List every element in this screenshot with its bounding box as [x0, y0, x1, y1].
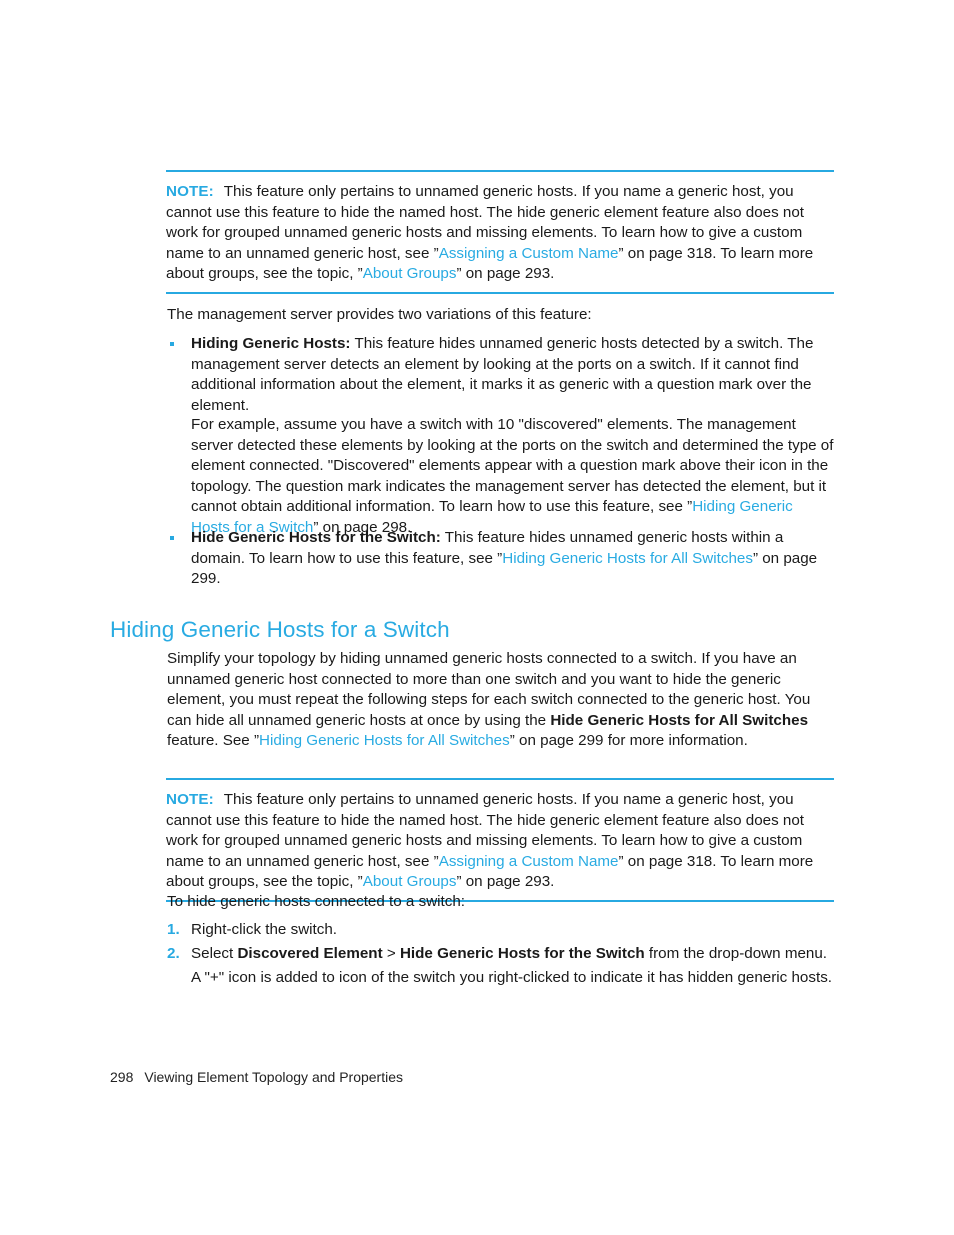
procedure-step-2-note-wrap: A "+" icon is added to icon of the switc…: [167, 968, 834, 989]
link-about-groups-2[interactable]: About Groups: [363, 873, 457, 890]
bullet-list-item-1-wrap: Hiding Generic Hosts: This feature hides…: [167, 334, 834, 416]
page-title: Hiding Generic Hosts for a Switch: [110, 617, 450, 642]
intro-paragraph-wrap: The management server provides two varia…: [167, 305, 834, 326]
note-label: NOTE:: [166, 183, 214, 200]
link-hiding-generic-hosts-for-all-switches[interactable]: Hiding Generic Hosts for All Switches: [502, 550, 753, 567]
step-2-bold-hide-generic-hosts: Hide Generic Hosts for the Switch: [399, 945, 645, 962]
bullet-list-item-2-wrap: Hide Generic Hosts for the Switch: This …: [167, 528, 834, 590]
bullet-dot-icon: [170, 342, 174, 346]
step-2-part-3: from the drop-down menu.: [644, 945, 828, 962]
intro-paragraph: The management server provides two varia…: [167, 306, 592, 323]
step-1-marker: 1.: [167, 921, 180, 938]
example-paragraph: For example, assume you have a switch wi…: [167, 415, 834, 539]
document-page: NOTE: This feature only pertains to unnam…: [0, 0, 954, 1235]
step-2-marker: 2.: [167, 945, 180, 962]
procedure-step-1: 1. Right-click the switch.: [167, 920, 834, 941]
note-bottom-rule: [166, 291, 834, 294]
link-assigning-a-custom-name-2[interactable]: Assigning a Custom Name: [439, 853, 619, 870]
note-block-2: NOTE: This feature only pertains to unnam…: [166, 778, 834, 902]
note-label: NOTE:: [166, 791, 214, 808]
bullet-list-item-2-text: Hide Generic Hosts for the Switch: This …: [191, 528, 834, 590]
section-para-bold-1: Hide Generic Hosts for All Switches: [550, 711, 809, 729]
note-text-part-3: ” on page 293.: [456, 265, 555, 283]
procedure-lead-in: To hide generic hosts connected to a swi…: [167, 893, 466, 910]
section-paragraph-wrap: Simplify your topology by hiding unnamed…: [167, 649, 834, 752]
step-2-part-2: >: [382, 945, 400, 962]
bullet-dot-icon: [170, 536, 174, 540]
bullet-1-bold-lead: Hiding Generic Hosts:: [191, 335, 351, 352]
procedure-lead-in-wrap: To hide generic hosts connected to a swi…: [167, 892, 834, 913]
section-heading-wrap: Hiding Generic Hosts for a Switch: [110, 617, 834, 643]
bullet-list-item-1-text: Hiding Generic Hosts: This feature hides…: [191, 334, 834, 416]
link-assigning-a-custom-name[interactable]: Assigning a Custom Name: [439, 245, 619, 262]
footer-page-number: 298: [110, 1069, 134, 1085]
note-text: NOTE: This feature only pertains to unnam…: [166, 172, 834, 292]
link-hiding-generic-hosts-for-all-switches-2[interactable]: Hiding Generic Hosts for All Switches: [259, 732, 510, 749]
note-block-1: NOTE: This feature only pertains to unnam…: [166, 170, 834, 294]
procedure-step-1-wrap: 1. Right-click the switch.: [167, 920, 834, 941]
section-paragraph: Simplify your topology by hiding unnamed…: [167, 649, 834, 752]
procedure-step-2-note: A "+" icon is added to icon of the switc…: [191, 969, 833, 986]
procedure-step-2-wrap: 2. Select Discovered Element > Hide Gene…: [167, 944, 834, 965]
bullet-list-item-2: Hide Generic Hosts for the Switch: This …: [167, 528, 834, 590]
bullet-2-bold-lead: Hide Generic Hosts for the Switch:: [191, 529, 441, 546]
example-paragraph-wrap: For example, assume you have a switch wi…: [167, 415, 834, 539]
link-about-groups[interactable]: About Groups: [363, 265, 457, 282]
page-footer: 298 Viewing Element Topology and Properti…: [110, 1068, 403, 1086]
procedure-step-2: 2. Select Discovered Element > Hide Gene…: [167, 944, 834, 965]
footer-chapter-title: Viewing Element Topology and Properties: [144, 1069, 404, 1085]
step-2-part-1: Select: [191, 945, 238, 962]
bullet-list-item-1: Hiding Generic Hosts: This feature hides…: [167, 334, 834, 416]
section-para-part-2: feature. See ”: [167, 732, 260, 750]
note-text: NOTE: This feature only pertains to unnam…: [166, 780, 834, 900]
note-text-part-3: ” on page 293.: [456, 873, 555, 891]
step-2-text: Select Discovered Element > Hide Generic…: [191, 944, 834, 965]
step-2-bold-discovered-element: Discovered Element: [237, 945, 383, 962]
section-para-part-3: ” on page 299 for more information.: [509, 732, 748, 750]
step-1-text: Right-click the switch.: [191, 921, 338, 938]
